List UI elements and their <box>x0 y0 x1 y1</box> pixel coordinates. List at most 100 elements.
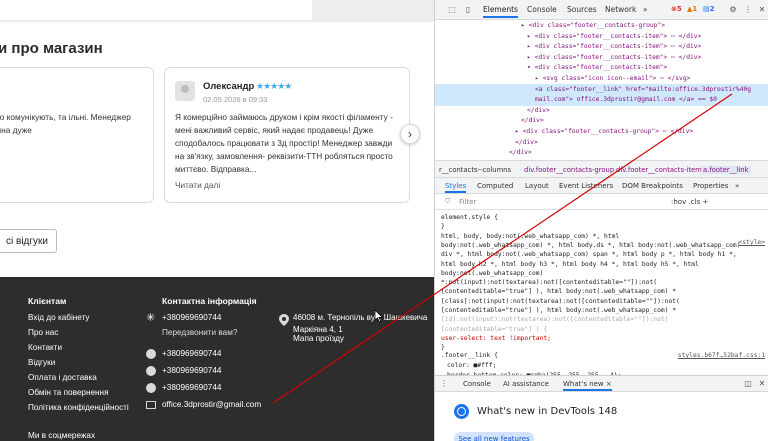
footer-address: 46008 м. Тернопіль вул. Шашкевича Маркія… <box>293 313 428 334</box>
error-count[interactable]: ⊗5 <box>671 5 682 13</box>
style-tools[interactable]: :hov .cls + <box>671 198 708 206</box>
close-drawer-icon[interactable]: ✕ <box>757 379 767 389</box>
breadcrumb-item[interactable]: div.footer__contacts-item <box>616 166 702 174</box>
email-icon <box>146 401 156 409</box>
review-date: 02.05.2026 в 09:33 <box>203 95 268 104</box>
tab-dom-breakpoints[interactable]: DOM Breakpoints <box>622 182 683 190</box>
issues-count[interactable]: ▤2 <box>703 5 715 13</box>
styles-subtabs: Styles Computed Layout Event Listeners D… <box>435 178 768 194</box>
all-reviews-button[interactable]: сі відгуки <box>0 229 57 253</box>
css-prop-color[interactable]: color: ■#fff; <box>447 361 496 371</box>
styles-filter-input[interactable]: Filter <box>459 198 476 206</box>
footer-phone-viber[interactable]: +380969690744 <box>162 349 221 358</box>
footer-link-payment[interactable]: Оплата і доставка <box>28 373 97 382</box>
dom-node-line[interactable]: ▸ <div class="footer__contacts-item"> ⋯ … <box>527 53 701 64</box>
reviews-section-title: и про магазин <box>0 40 103 57</box>
more-subtabs-button[interactable]: » <box>735 182 739 190</box>
more-tabs-button[interactable]: » <box>643 5 648 14</box>
footer-link-contacts[interactable]: Контакти <box>28 343 62 352</box>
style-source-link[interactable]: <style> <box>738 238 765 248</box>
breadcrumb-item[interactable]: div.footer__contacts-group <box>524 166 614 174</box>
dom-node-line[interactable]: ▸ <svg class="icon icon--email"> ⋯ </svg… <box>535 74 690 85</box>
drawer-tab-console[interactable]: Console <box>463 380 491 388</box>
tab-layout[interactable]: Layout <box>525 182 549 190</box>
see-all-features-button[interactable]: See all new features <box>454 432 534 441</box>
tab-event-listeners[interactable]: Event Listeners <box>559 182 613 190</box>
tab-console[interactable]: Console <box>527 5 557 14</box>
footer-phone-whatsapp[interactable]: +380969690744 <box>162 366 221 375</box>
breadcrumb-item-selected[interactable]: a.footer__link <box>701 166 751 174</box>
tab-sources[interactable]: Sources <box>567 5 597 14</box>
tab-network[interactable]: Network <box>605 5 636 14</box>
footer-link-reviews[interactable]: Відгуки <box>28 358 55 367</box>
whats-new-title: What's new in DevTools 148 <box>477 406 618 417</box>
dom-node-line[interactable]: </div> <box>515 138 538 149</box>
telegram-icon <box>146 383 156 393</box>
dom-node-line[interactable]: ▾ <div class="footer__contacts-item"> <box>527 63 667 74</box>
dom-node-line[interactable]: ▸ <div class="footer__contacts-item"> ⋯ … <box>527 42 701 53</box>
footer-link-cabinet[interactable]: Вхід до кабінету <box>28 313 90 322</box>
footer-link-returns[interactable]: Обмін та повернення <box>28 388 109 397</box>
style-rule-line: user-select: text !important; <box>441 334 551 342</box>
tab-computed[interactable]: Computed <box>477 182 513 190</box>
dom-node-line[interactable]: <a class="footer__link" href="mailto:off… <box>535 85 751 96</box>
breadcrumb-item[interactable]: r__contacts--columns <box>439 166 511 174</box>
styles-filter-bar: ⛉ Filter :hov .cls + <box>435 194 768 210</box>
avatar <box>175 81 195 101</box>
review-card: сно комунікують, та ільні. Менеджер Анна… <box>0 67 154 203</box>
mouse-cursor-icon <box>375 310 384 323</box>
footer-email-link[interactable]: office.3dprostir@gmail.com <box>162 400 261 409</box>
whatsapp-icon <box>146 366 156 376</box>
callback-link[interactable]: Передзвонити вам? <box>162 328 237 337</box>
viber-icon <box>146 349 156 359</box>
phone-icon: ✳ <box>146 312 156 324</box>
website-viewport: и про магазин сно комунікують, та ільні.… <box>0 0 434 441</box>
chrome-logo-icon <box>454 404 469 419</box>
chevron-right-icon: › <box>408 127 412 141</box>
dom-node-line[interactable]: </div> <box>527 106 550 117</box>
tab-elements[interactable]: Elements <box>483 5 518 18</box>
devtools-main-tabs: ⬚ ▯ Elements Console Sources Network » ⊗… <box>435 0 768 20</box>
drawer-tab-whats-new[interactable]: What's new × <box>563 380 612 391</box>
map-link[interactable]: Мапа проїзду <box>293 334 344 343</box>
review-card: Олександр ★★★★★ 02.05.2026 в 09:33 Я ком… <box>164 67 410 203</box>
dock-drawer-icon[interactable]: ◫ <box>743 379 753 389</box>
style-rule-line: element.style { <box>441 214 498 221</box>
footer-link-source[interactable]: styles.b67f…52baf.css:1 <box>678 351 765 361</box>
drawer-tab-ai-assistance[interactable]: AI assistance <box>503 380 549 388</box>
rating-stars: ★★★★★ <box>256 81 292 91</box>
styles-pane: element.style {} html, body, body:not(.we… <box>435 210 768 379</box>
dom-node-line[interactable]: mail.com"> office.3dprostir@gmail.com </… <box>535 95 717 106</box>
devtools-panel: ⬚ ▯ Elements Console Sources Network » ⊗… <box>434 0 768 441</box>
next-review-button[interactable]: › <box>400 124 420 144</box>
footer-link-privacy[interactable]: Політика конфіденційності <box>28 403 129 412</box>
warning-count[interactable]: ▲1 <box>687 5 697 13</box>
dom-tree: ▸ <div class="footer__contacts-group"> ▸ … <box>435 20 768 160</box>
settings-gear-icon[interactable]: ⚙ <box>728 5 738 15</box>
footer-clients-title: Клієнтам <box>28 296 67 306</box>
drawer-tabs: ⋮ Console AI assistance What's new × ◫ ✕ <box>435 376 768 392</box>
more-options-icon[interactable]: ⋮ <box>743 5 753 15</box>
read-more-link[interactable]: Читати далі <box>175 180 220 190</box>
dom-node-line[interactable]: ▸ <div class="footer__contacts-group"> <box>521 21 665 32</box>
footer-link-rule: .footer__link { <box>441 352 498 359</box>
close-icon[interactable]: ✕ <box>757 5 767 15</box>
dom-node-line[interactable]: ▸ <div class="footer__contacts-item"> ⋯ … <box>527 32 701 43</box>
tab-styles[interactable]: Styles <box>445 182 467 193</box>
breadcrumb: r__contacts--columns div.footer__contact… <box>435 160 768 178</box>
dom-node-line[interactable]: </div> <box>509 148 532 159</box>
drawer-menu-icon[interactable]: ⋮ <box>439 379 449 389</box>
location-pin-icon <box>279 313 289 326</box>
dom-node-line[interactable]: </div> <box>521 116 544 127</box>
footer-phone-telegram[interactable]: +380969690744 <box>162 383 221 392</box>
reviewer-name: Олександр <box>203 81 255 92</box>
footer-link-about[interactable]: Про нас <box>28 328 58 337</box>
filter-icon: ⛉ <box>445 197 451 205</box>
footer-phone[interactable]: +380969690744 <box>162 313 221 322</box>
device-toolbar-icon[interactable]: ▯ <box>463 5 473 15</box>
footer-social-title: Ми в соцмережах <box>28 431 96 440</box>
devtools-drawer: ⋮ Console AI assistance What's new × ◫ ✕… <box>435 375 768 441</box>
tab-properties[interactable]: Properties <box>693 182 728 190</box>
dom-node-line[interactable]: ▸ <div class="footer__contacts-group"> ⋯… <box>515 127 693 138</box>
inspect-element-icon[interactable]: ⬚ <box>447 5 457 15</box>
